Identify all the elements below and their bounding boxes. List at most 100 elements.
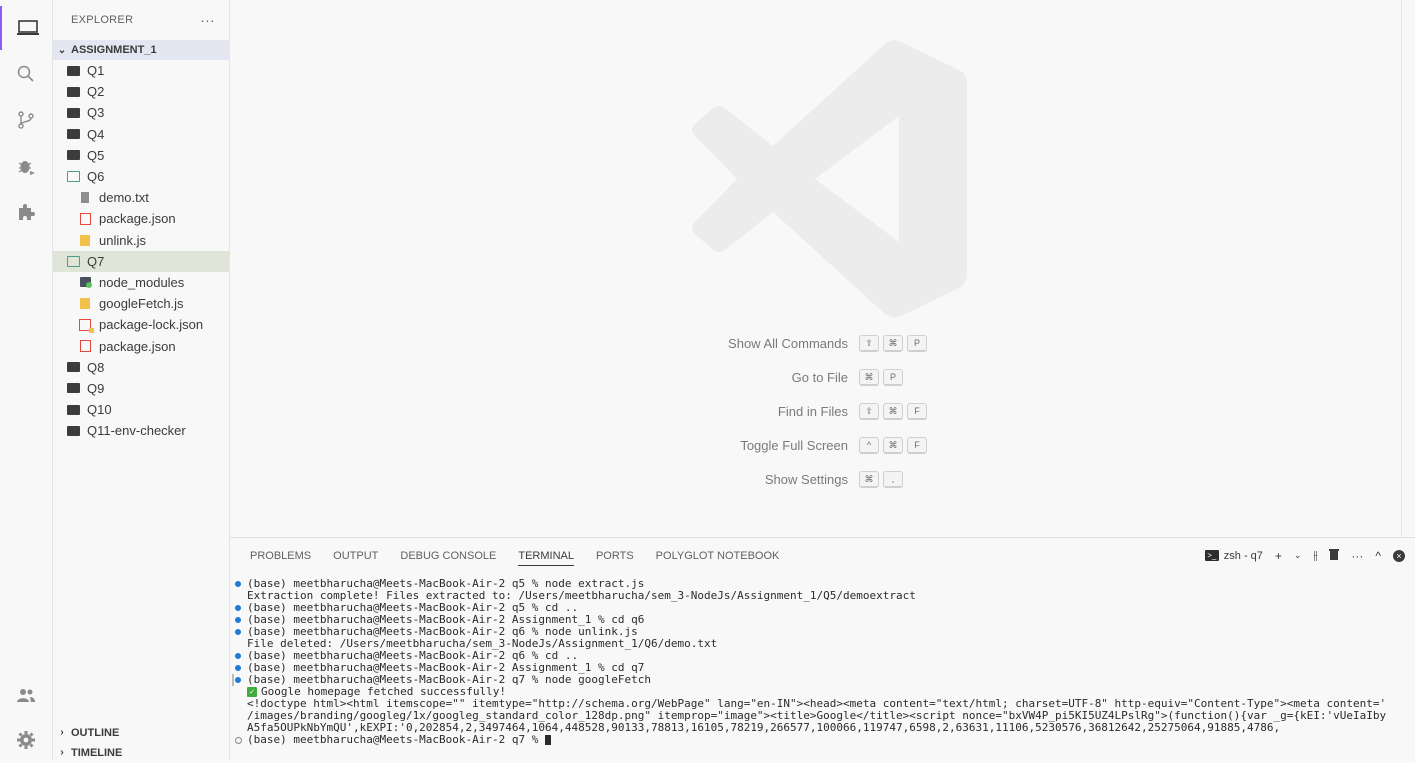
panel-tab[interactable]: PROBLEMS xyxy=(250,550,311,566)
tree-item[interactable]: node_modules xyxy=(53,272,229,293)
chevron-down-icon: ⌄ xyxy=(57,44,67,56)
explorer-title: EXPLORER xyxy=(71,14,134,26)
tree-item[interactable]: unlink.js xyxy=(53,230,229,251)
terminal-line-text: (base) meetbharucha@Meets-MacBook-Air-2 … xyxy=(247,626,638,638)
outline-section[interactable]: › OUTLINE xyxy=(53,722,229,743)
command-status-dot[interactable] xyxy=(235,629,241,635)
explorer-sidebar: EXPLORER ··· ⌄ ASSIGNMENT_1 Q1 Q2 Q3 Q4 Q5 Q6… xyxy=(53,0,230,760)
shortcut-keys: ⇧ ⌘ P xyxy=(859,335,927,352)
accounts-icon[interactable] xyxy=(0,674,52,718)
tree-item[interactable]: package-lock.json xyxy=(53,314,229,335)
terminal-line-text: /images/branding/googleg/1x/googleg_stan… xyxy=(247,710,1387,722)
tree-item[interactable]: Q8 xyxy=(53,357,229,378)
panel-tab[interactable]: PORTS xyxy=(596,550,634,566)
activity-bar xyxy=(0,0,53,760)
javascript-file-icon xyxy=(77,234,93,247)
tree-item-label: unlink.js xyxy=(99,232,146,248)
keycap: F xyxy=(907,437,927,454)
keycap: ^ xyxy=(859,437,879,454)
panel-tab[interactable]: OUTPUT xyxy=(333,550,378,566)
chevron-down-icon[interactable]: ⌄ xyxy=(1294,550,1302,561)
tree-item[interactable]: demo.txt xyxy=(53,187,229,208)
terminal-line: <!doctype html><html itemscope="" itemty… xyxy=(230,698,1415,710)
terminal-shell-selector[interactable]: >_ zsh - q7 xyxy=(1204,550,1263,562)
tree-item[interactable]: Q5 xyxy=(53,145,229,166)
tree-item[interactable]: Q6 xyxy=(53,166,229,187)
tree-item-label: demo.txt xyxy=(99,190,149,206)
terminal-line: ✓ Google homepage fetched successfully! xyxy=(230,686,1415,698)
terminal-line-text: File deleted: /Users/meetbharucha/sem_3-… xyxy=(247,638,718,650)
shortcut-keys: ⌘ P xyxy=(859,369,903,386)
bottom-panel: PROBLEMS OUTPUT DEBUG CONSOLE TERMINAL PORTS… xyxy=(230,537,1415,761)
timeline-label: TIMELINE xyxy=(71,746,123,759)
tree-item-label: Q3 xyxy=(87,105,105,121)
command-status-dot[interactable] xyxy=(235,665,241,671)
terminal-line-text: (base) meetbharucha@Meets-MacBook-Air-2 … xyxy=(247,662,645,674)
shortcut-label[interactable]: Toggle Full Screen xyxy=(648,438,848,453)
tree-item[interactable]: Q10 xyxy=(53,399,229,420)
tree-item[interactable]: package.json xyxy=(53,208,229,229)
terminal-output[interactable]: (base) meetbharucha@Meets-MacBook-Air-2 … xyxy=(230,578,1415,761)
command-status-dot[interactable] xyxy=(235,605,241,611)
folder-icon xyxy=(65,403,81,416)
shortcut-label[interactable]: Show Settings xyxy=(648,472,848,487)
folder-open-icon xyxy=(65,255,81,268)
shortcut-keys: ^ ⌘ F xyxy=(859,437,927,454)
tree-item-label: Q1 xyxy=(87,63,105,79)
extensions-icon[interactable] xyxy=(0,190,52,234)
terminal-line: (base) meetbharucha@Meets-MacBook-Air-2 … xyxy=(230,674,1415,686)
keycap: ⌘ xyxy=(883,437,903,454)
tree-item[interactable]: Q7 xyxy=(53,250,229,272)
terminal-line: A5fa5OUPkNbYmQU',kEXPI:'0,202854,2,34974… xyxy=(230,722,1415,734)
file-tree: Q1 Q2 Q3 Q4 Q5 Q6 demo.txt package.json unlink.j… xyxy=(53,60,229,441)
terminal-cursor xyxy=(545,735,552,745)
run-debug-icon[interactable] xyxy=(0,144,52,188)
command-status-dot[interactable] xyxy=(235,653,241,659)
command-status-dot[interactable] xyxy=(235,737,242,744)
shortcut-label[interactable]: Show All Commands xyxy=(648,336,848,351)
tree-item[interactable]: Q9 xyxy=(53,378,229,399)
panel-tab[interactable]: POLYGLOT NOTEBOOK xyxy=(656,550,780,566)
manage-gear-icon[interactable] xyxy=(0,718,52,762)
folder-icon xyxy=(65,106,81,119)
tree-item-label: Q8 xyxy=(87,359,105,375)
tree-item[interactable]: Q1 xyxy=(53,60,229,81)
close-panel-icon[interactable]: × xyxy=(1393,549,1405,562)
new-terminal-icon[interactable]: + xyxy=(1275,549,1282,563)
explorer-icon[interactable] xyxy=(0,6,54,50)
editor-scroll-edge xyxy=(1401,0,1402,537)
folder-icon xyxy=(65,85,81,98)
tree-item-label: Q4 xyxy=(87,126,105,142)
tree-item[interactable]: Q3 xyxy=(53,102,229,123)
editor-welcome-area: Show All Commands ⇧ ⌘ P Go to File ⌘ P Find in … xyxy=(230,0,1415,537)
trash-icon[interactable] xyxy=(1329,548,1340,563)
tree-item[interactable]: Q11-env-checker xyxy=(53,420,229,441)
tree-item[interactable]: package.json xyxy=(53,335,229,356)
command-status-dot[interactable] xyxy=(235,677,241,683)
search-icon[interactable] xyxy=(0,52,52,96)
explorer-header: EXPLORER ··· xyxy=(53,0,229,40)
maximize-chevron-up-icon[interactable]: ^ xyxy=(1375,549,1381,563)
more-actions-icon[interactable]: ··· xyxy=(200,12,215,28)
panel-tabs: PROBLEMS OUTPUT DEBUG CONSOLE TERMINAL PORTS… xyxy=(250,550,779,566)
shortcut-label[interactable]: Find in Files xyxy=(648,404,848,419)
tree-item[interactable]: Q2 xyxy=(53,81,229,102)
tree-item[interactable]: Q4 xyxy=(53,124,229,145)
panel-tab[interactable]: TERMINAL xyxy=(518,550,574,566)
command-status-dot[interactable] xyxy=(235,581,241,587)
root-folder-header[interactable]: ⌄ ASSIGNMENT_1 xyxy=(53,40,229,60)
node-modules-folder-icon xyxy=(77,276,93,289)
tree-item-label: Q5 xyxy=(87,147,105,163)
shortcut-label[interactable]: Go to File xyxy=(648,370,848,385)
terminal-line-text: (base) meetbharucha@Meets-MacBook-Air-2 … xyxy=(247,650,579,662)
panel-tab[interactable]: DEBUG CONSOLE xyxy=(400,550,496,566)
terminal-line-text: (base) meetbharucha@Meets-MacBook-Air-2 … xyxy=(247,578,645,590)
tree-item[interactable]: googleFetch.js xyxy=(53,293,229,314)
command-status-dot[interactable] xyxy=(235,617,241,623)
more-icon[interactable]: ··· xyxy=(1351,549,1363,563)
split-terminal-icon[interactable]: ⫲ xyxy=(1313,548,1317,563)
terminal-actions: >_ zsh - q7 + ⌄ ⫲ ··· ^ × xyxy=(1204,548,1405,563)
lock-file-icon xyxy=(77,318,94,333)
terminal-line-text: Google homepage fetched successfully! xyxy=(261,686,507,698)
source-control-icon[interactable] xyxy=(0,98,52,142)
